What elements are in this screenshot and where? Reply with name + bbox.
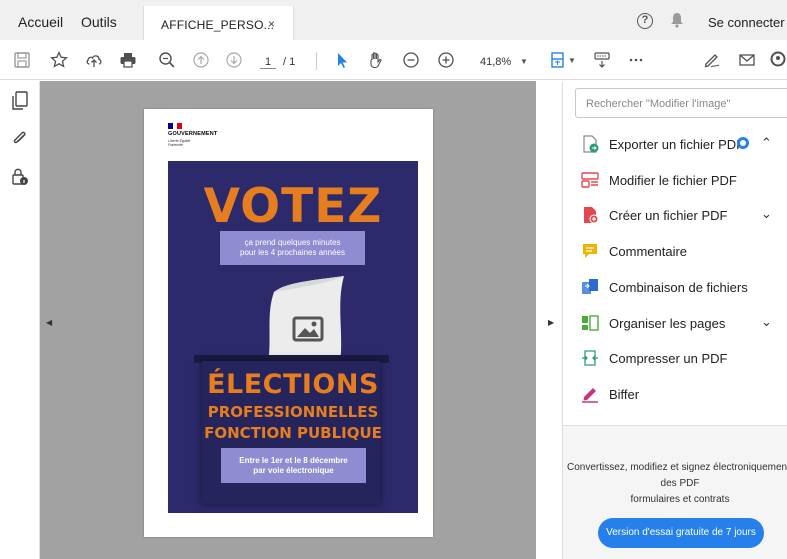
security-lock-info-icon[interactable] [11,167,29,187]
promo-line3: formulaires et contrats [630,494,730,505]
next-page-icon[interactable] [224,50,244,70]
attachments-paperclip-icon[interactable] [11,129,29,149]
upload-cloud-icon[interactable] [84,50,104,70]
tool-compress-pdf[interactable]: Compresser un PDF [581,347,787,369]
document-tab-title: AFFICHE_PERSO... [161,18,275,32]
poster-date-line1: Entre le 1er et le 8 décembre [239,456,348,465]
tool-export-pdf-label: Exporter un fichier PDF [609,137,745,152]
tool-edit-pdf[interactable]: Modifier le fichier PDF [581,169,787,191]
chevron-up-icon[interactable]: ⌃ [761,135,772,151]
tool-redact-label: Biffer [609,387,640,402]
government-label: GOUVERNEMENT [168,131,218,137]
french-flag-logo [168,123,183,129]
edit-pdf-icon [581,172,599,188]
free-trial-button[interactable]: Version d'essai gratuite de 7 jours [598,518,764,548]
toolbar-divider [316,52,317,70]
republic-motto: Liberté Égalité Fraternité [168,139,191,147]
pdf-page: GOUVERNEMENT Liberté Égalité Fraternité … [144,109,433,537]
poster-note-line2: pour les 4 prochaines années [240,248,345,257]
combine-files-icon [582,279,598,294]
page-thumbnails-icon[interactable] [11,91,29,111]
chevron-down-icon[interactable]: ⌄ [761,206,772,222]
tools-search-input[interactable]: Rechercher "Modifier l'image" [575,88,787,118]
tool-export-pdf[interactable]: Exporter un fichier PDF ⌃ [581,133,787,155]
bookmark-star-icon[interactable] [49,50,69,70]
sign-in-link[interactable]: Se connecter [708,15,785,30]
page-total: / 1 [283,56,296,68]
compress-pdf-icon [582,350,598,366]
organize-pages-icon [582,315,599,331]
scroll-mode-icon[interactable] [592,50,612,70]
tool-create-pdf[interactable]: Créer un fichier PDF ⌄ [581,204,787,226]
more-options-icon[interactable] [626,50,646,70]
poster-headline: VOTEZ [203,179,383,234]
help-icon[interactable]: ? [637,13,653,29]
menu-bar: Accueil Outils AFFICHE_PERSO... × ? Se c… [0,0,787,40]
zoom-dropdown-caret-icon[interactable]: ▼ [520,57,528,66]
pro-badge-icon [737,137,749,149]
comment-icon [583,244,597,258]
close-tab-icon[interactable]: × [268,17,275,31]
poster-public-service-title: FONCTION PUBLIQUE [204,424,382,442]
toolbar: 1 / 1 41,8% ▼ ▼ [0,40,787,80]
chevron-down-icon[interactable]: ⌄ [761,314,772,330]
tool-compress-pdf-label: Compresser un PDF [609,351,728,366]
poster-note-box: ça prend quelques minutes pour les 4 pro… [220,231,365,265]
tool-combine-files[interactable]: Combinaison de fichiers [581,276,787,298]
tool-organize-pages[interactable]: Organiser les pages ⌄ [581,312,787,334]
document-tab[interactable]: AFFICHE_PERSO... × [143,6,294,40]
hand-tool-icon[interactable] [366,50,386,70]
zoom-out-icon[interactable] [401,50,421,70]
zoom-in-icon[interactable] [436,50,456,70]
save-icon[interactable] [12,50,32,70]
tool-comment[interactable]: Commentaire [581,240,787,262]
email-icon[interactable] [737,50,757,70]
sign-pen-icon[interactable] [702,50,722,70]
share-user-icon[interactable] [768,50,787,70]
promo-line2: des PDF [660,478,700,489]
tool-organize-pages-label: Organiser les pages [609,316,726,331]
zoom-level-select[interactable]: 41,8% [480,56,511,68]
export-pdf-icon [583,135,599,153]
menu-tools[interactable]: Outils [81,14,117,30]
tool-comment-label: Commentaire [609,244,688,259]
election-poster: VOTEZ ça prend quelques minutes pour les… [168,161,418,513]
poster-date-line2: par voie électronique [253,466,334,475]
notifications-bell-icon[interactable] [670,12,684,28]
poster-professional-title: PROFESSIONNELLES [207,403,379,421]
select-cursor-icon[interactable] [332,50,352,70]
poster-date-box: Entre le 1er et le 8 décembre par voie é… [221,448,366,483]
ballot-paper-image-icon [268,276,344,364]
zoom-tool-icon[interactable] [157,50,177,70]
print-icon[interactable] [118,50,138,70]
poster-note-line1: ça prend quelques minutes [244,238,341,247]
collapse-right-panel-icon[interactable]: ▶ [548,318,554,327]
page-number-input[interactable]: 1 [260,56,276,69]
poster-elections-title: ÉLECTIONS [207,369,379,400]
menu-home[interactable]: Accueil [18,14,63,30]
tool-create-pdf-label: Créer un fichier PDF [609,208,728,223]
collapse-left-panel-icon[interactable]: ◀ [46,318,52,327]
promo-line1: Convertissez, modifiez et signez électro… [567,462,787,473]
fit-page-icon[interactable] [548,50,568,70]
previous-page-icon[interactable] [191,50,211,70]
create-pdf-icon [584,207,599,224]
fit-page-caret-icon[interactable]: ▼ [568,56,576,65]
tool-combine-files-label: Combinaison de fichiers [609,280,748,295]
tool-redact[interactable]: Biffer [581,383,787,405]
trial-promo: Convertissez, modifiez et signez électro… [563,425,787,559]
tool-edit-pdf-label: Modifier le fichier PDF [609,173,737,188]
redact-icon [582,388,598,403]
left-rail [0,81,40,559]
